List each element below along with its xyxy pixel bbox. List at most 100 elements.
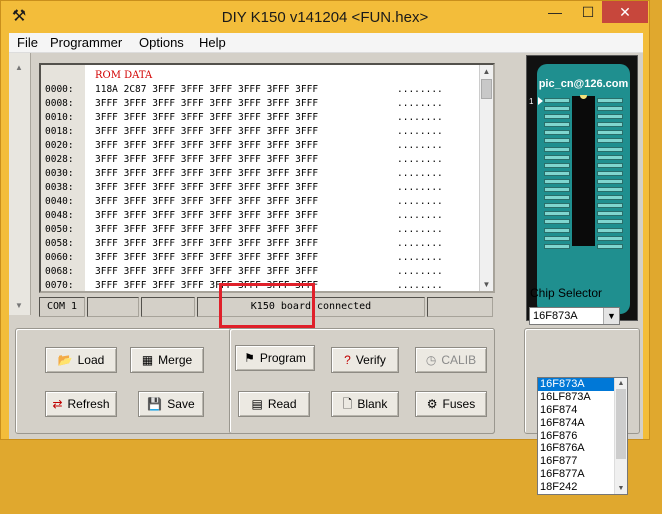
pin1-arrow-icon: [538, 97, 543, 105]
read-chip-icon: ▤: [251, 397, 263, 411]
socket-pin: [597, 219, 623, 225]
chip-option[interactable]: 16F876: [538, 430, 614, 443]
chevron-down-icon[interactable]: ▼: [603, 308, 619, 324]
rom-words: 3FFF 3FFF 3FFF 3FFF 3FFF 3FFF 3FFF 3FFF: [95, 224, 319, 235]
chip-select[interactable]: 16F873A ▼: [529, 307, 620, 325]
chip-list-scrollbar[interactable]: ▲ ▼: [614, 378, 627, 494]
rom-address: 0060:: [45, 252, 74, 263]
socket-pin: [544, 154, 570, 160]
scroll-up-icon[interactable]: ▲: [15, 63, 23, 72]
chip-option[interactable]: 16F874A: [538, 417, 614, 430]
minimize-button[interactable]: —: [540, 1, 570, 23]
rom-address: 0000:: [45, 84, 74, 95]
socket-pins-right: [597, 98, 623, 252]
socket-pin: [544, 195, 570, 201]
socket-pin: [544, 170, 570, 176]
merge-button[interactable]: ▦ Merge: [130, 347, 204, 373]
blank-button[interactable]: 🗋 Blank: [331, 391, 399, 417]
socket-pin: [597, 162, 623, 168]
folder-icon: 📂: [57, 353, 73, 367]
chip-option[interactable]: 16F874: [538, 404, 614, 417]
scroll-down-icon[interactable]: ▼: [15, 301, 23, 310]
rom-words: 3FFF 3FFF 3FFF 3FFF 3FFF 3FFF 3FFF 3FFF: [95, 196, 319, 207]
rom-row: 0020: 3FFF 3FFF 3FFF 3FFF 3FFF 3FFF 3FFF …: [41, 140, 481, 154]
chip-notch: [580, 95, 587, 99]
chip-option[interactable]: 16LF873A: [538, 391, 614, 404]
program-button[interactable]: ⚑ Program: [235, 345, 315, 371]
scroll-thumb[interactable]: [481, 79, 492, 99]
rom-ascii: ........: [397, 182, 443, 193]
chip-option[interactable]: 16F873A: [538, 378, 614, 391]
rom-ascii: ........: [397, 140, 443, 151]
chip-options-list[interactable]: 16F873A 16LF873A 16F874 16F874A 16F876 16F876…: [537, 377, 628, 495]
chip-option[interactable]: 16F877A: [538, 468, 614, 481]
chip-select-value: 16F873A: [533, 310, 578, 322]
verify-button[interactable]: ? Verify: [331, 347, 399, 373]
socket-pin: [544, 146, 570, 152]
chip-option[interactable]: 16F877: [538, 455, 614, 468]
rom-data-view[interactable]: ROM DATA 0000: 118A 2C87 3FFF 3FFF 3FFF 3…: [39, 63, 495, 293]
rom-ascii: ........: [397, 252, 443, 263]
chip-socket-view: pic_cn@126.com 1: [526, 55, 638, 321]
scroll-up-icon[interactable]: ▲: [480, 65, 493, 78]
status-cell-empty: [87, 297, 139, 317]
scroll-thumb[interactable]: [616, 389, 626, 459]
rom-ascii: ........: [397, 154, 443, 165]
app-window: ⚒ DIY K150 v141204 <FUN.hex> — ☐ ✕ File …: [0, 0, 650, 440]
rom-address: 0028:: [45, 154, 74, 165]
status-cell-empty: [141, 297, 195, 317]
scroll-up-icon[interactable]: ▲: [615, 378, 627, 389]
socket-pin: [544, 235, 570, 241]
rom-row: 0040: 3FFF 3FFF 3FFF 3FFF 3FFF 3FFF 3FFF …: [41, 196, 481, 210]
rom-address: 0070:: [45, 280, 74, 291]
rom-words: 3FFF 3FFF 3FFF 3FFF 3FFF 3FFF 3FFF 3FFF: [95, 98, 319, 109]
rom-row: 0000: 118A 2C87 3FFF 3FFF 3FFF 3FFF 3FFF …: [41, 84, 481, 98]
socket-pin: [544, 227, 570, 233]
blank-page-icon: 🗋: [342, 397, 353, 411]
menu-options[interactable]: Options: [139, 35, 184, 50]
menu-file[interactable]: File: [17, 35, 38, 50]
socket-pin: [597, 227, 623, 233]
rom-words: 3FFF 3FFF 3FFF 3FFF 3FFF 3FFF 3FFF 3FFF: [95, 168, 319, 179]
rom-ascii: ........: [397, 168, 443, 179]
rom-address: 0010:: [45, 112, 74, 123]
fuses-button[interactable]: ⚙ Fuses: [415, 391, 487, 417]
refresh-icon: ⇄: [52, 397, 63, 411]
socket-pin: [597, 146, 623, 152]
save-button[interactable]: 💾 Save: [138, 391, 204, 417]
calib-button[interactable]: ◷ CALIB: [415, 347, 487, 373]
rom-heading: ROM DATA: [95, 70, 153, 81]
board-brand: pic_cn@126.com: [538, 78, 629, 90]
scroll-down-icon[interactable]: ▼: [480, 278, 493, 291]
menu-programmer[interactable]: Programmer: [50, 35, 122, 50]
maximize-button[interactable]: ☐: [573, 1, 603, 23]
read-button[interactable]: ▤ Read: [238, 391, 310, 417]
scroll-down-icon[interactable]: ▼: [615, 483, 627, 494]
left-scroll-strip[interactable]: ▲ ▼: [9, 53, 31, 315]
chip-option[interactable]: 16F876A: [538, 442, 614, 455]
socket-pin: [544, 122, 570, 128]
close-button[interactable]: ✕: [602, 1, 648, 23]
chip-option[interactable]: 18F242: [538, 481, 614, 494]
rom-row: 0018: 3FFF 3FFF 3FFF 3FFF 3FFF 3FFF 3FFF …: [41, 126, 481, 140]
menu-help[interactable]: Help: [199, 35, 226, 50]
socket-pin: [597, 98, 623, 103]
socket-pin: [597, 138, 623, 144]
socket-pin: [597, 114, 623, 120]
chip-body: [572, 95, 595, 246]
load-button[interactable]: 📂 Load: [45, 347, 117, 373]
socket-pin: [597, 130, 623, 136]
socket-pin: [597, 187, 623, 193]
rom-scrollbar[interactable]: ▲ ▼: [479, 65, 493, 291]
program-chip-icon: ⚑: [244, 351, 255, 365]
rom-words: 3FFF 3FFF 3FFF 3FFF 3FFF 3FFF 3FFF 3FFF: [95, 238, 319, 249]
title-bar[interactable]: ⚒ DIY K150 v141204 <FUN.hex> — ☐ ✕: [1, 1, 649, 33]
socket-board: pic_cn@126.com 1: [529, 64, 630, 314]
refresh-button[interactable]: ⇄ Refresh: [45, 391, 117, 417]
rom-row: 0058: 3FFF 3FFF 3FFF 3FFF 3FFF 3FFF 3FFF …: [41, 238, 481, 252]
rom-words: 3FFF 3FFF 3FFF 3FFF 3FFF 3FFF 3FFF 3FFF: [95, 126, 319, 137]
rom-ascii: ........: [397, 266, 443, 277]
rom-address: 0058:: [45, 238, 74, 249]
rom-row: 0010: 3FFF 3FFF 3FFF 3FFF 3FFF 3FFF 3FFF …: [41, 112, 481, 126]
socket-pin: [544, 106, 570, 112]
